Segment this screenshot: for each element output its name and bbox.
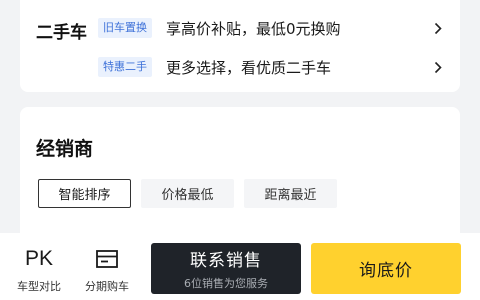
used-car-card: 二手车 旧车置换 享高价补贴，最低0元换购 特惠二手 更多选择，看优质二手车 bbox=[20, 0, 460, 92]
chevron-right-icon bbox=[432, 17, 444, 39]
sort-nearest-button[interactable]: 距离最近 bbox=[244, 179, 337, 208]
sort-options: 智能排序 价格最低 距离最近 bbox=[38, 179, 337, 208]
contact-sales-button[interactable]: 联系销售 6位销售为您服务 bbox=[151, 243, 301, 294]
sort-lowest-price-button[interactable]: 价格最低 bbox=[141, 179, 234, 208]
contact-sales-label: 联系销售 bbox=[190, 251, 262, 271]
trade-in-text: 享高价补贴，最低0元换购 bbox=[166, 19, 341, 38]
bottom-action-bar: PK 车型对比 分期购车 联系销售 6位销售为您服务 询底价 bbox=[0, 233, 480, 300]
dealer-card: 经销商 智能排序 价格最低 距离最近 bbox=[20, 107, 460, 247]
card-icon bbox=[95, 245, 119, 273]
compare-label: 车型对比 bbox=[17, 280, 61, 293]
installment-button[interactable]: 分期购车 bbox=[77, 245, 137, 294]
used-car-title: 二手车 bbox=[36, 23, 87, 43]
discount-used-text: 更多选择，看优质二手车 bbox=[166, 58, 332, 77]
ask-price-button[interactable]: 询底价 bbox=[311, 243, 461, 294]
trade-in-tag: 旧车置换 bbox=[98, 18, 152, 38]
contact-sales-subtext: 6位销售为您服务 bbox=[184, 277, 268, 290]
trade-in-row[interactable]: 旧车置换 享高价补贴，最低0元换购 bbox=[98, 17, 444, 39]
sort-smart-button[interactable]: 智能排序 bbox=[38, 179, 131, 208]
discount-used-tag: 特惠二手 bbox=[98, 57, 152, 77]
compare-button[interactable]: PK 车型对比 bbox=[9, 245, 69, 294]
pk-icon: PK bbox=[24, 247, 53, 270]
dealer-title: 经销商 bbox=[36, 138, 94, 160]
discount-used-row[interactable]: 特惠二手 更多选择，看优质二手车 bbox=[98, 56, 444, 78]
installment-label: 分期购车 bbox=[85, 280, 129, 293]
chevron-right-icon bbox=[432, 56, 444, 78]
